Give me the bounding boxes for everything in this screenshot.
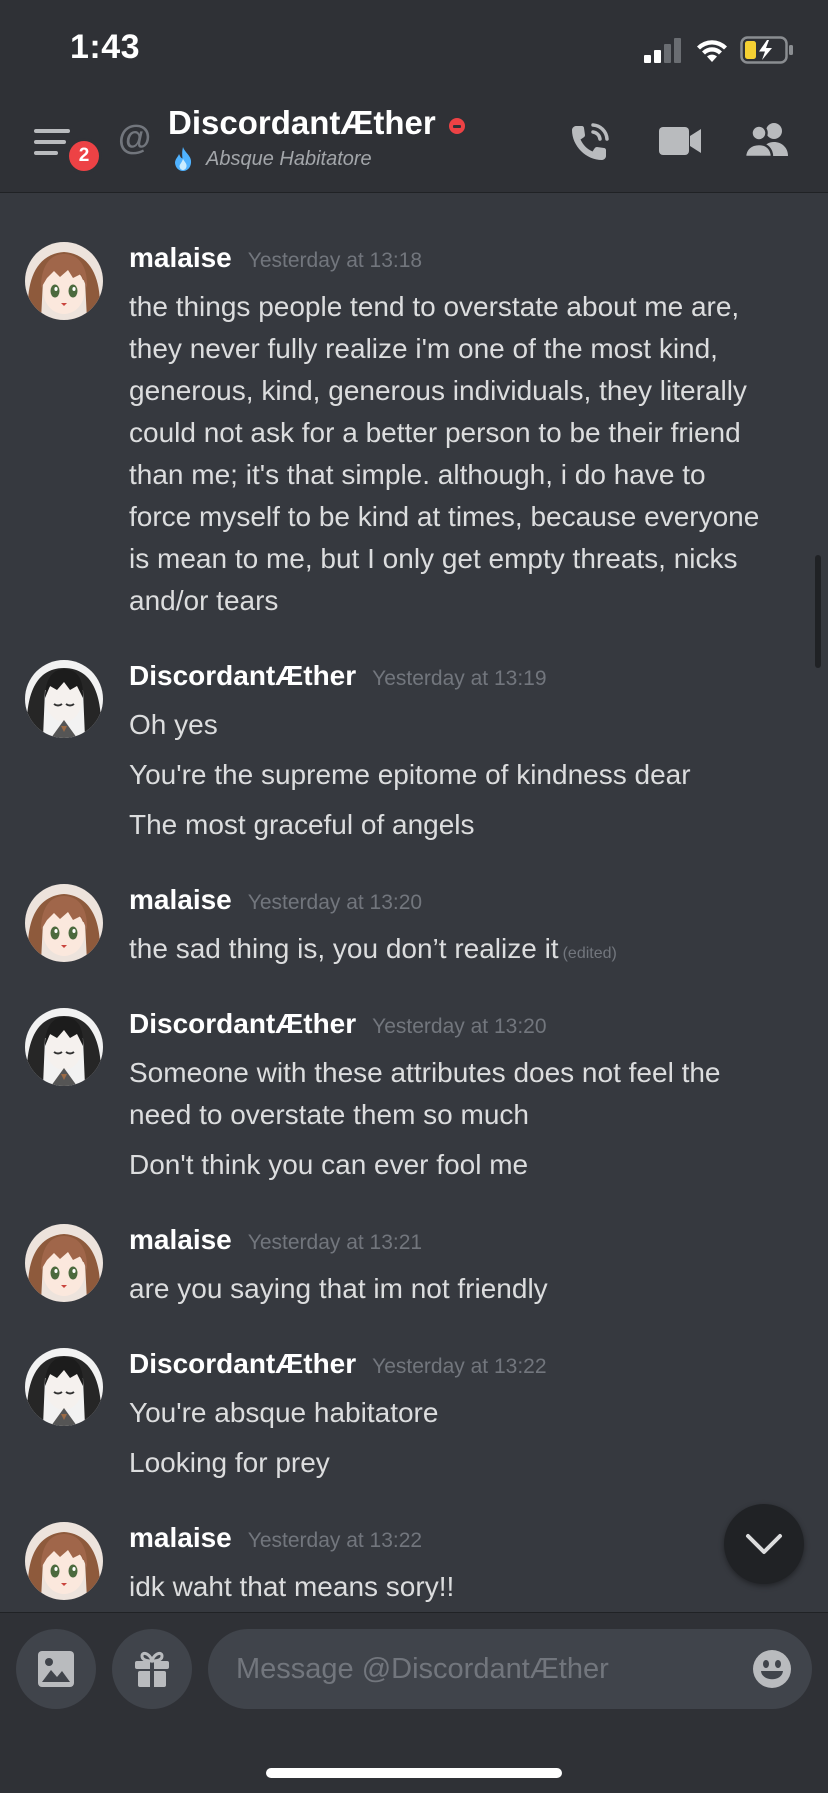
message-text: The most graceful of angels	[129, 809, 475, 840]
dark-haired-anime-girl-avatar-icon	[25, 660, 103, 738]
attach-image-button[interactable]	[16, 1629, 96, 1709]
brown-haired-anime-girl-avatar-icon	[25, 884, 103, 962]
avatar[interactable]	[25, 1522, 103, 1600]
avatar[interactable]	[25, 242, 103, 320]
call-button[interactable]	[568, 120, 612, 169]
message-timestamp: Yesterday at 13:20	[372, 1015, 547, 1038]
brown-haired-anime-girl-avatar-icon	[25, 242, 103, 320]
message-text: idk waht that means sory!!	[129, 1571, 455, 1602]
message-text: and/or tears	[129, 585, 279, 616]
status-icons	[644, 36, 794, 64]
message-text: Don't think you can ever fool me	[129, 1149, 529, 1180]
home-indicator	[266, 1768, 562, 1778]
message-author[interactable]: DiscordantÆther	[129, 660, 356, 692]
message-text-content: the sad thing is, you don’t realize it	[129, 933, 559, 964]
emoji-icon	[753, 1650, 791, 1688]
members-icon	[743, 123, 788, 159]
unread-badge: 2	[66, 138, 102, 174]
avatar[interactable]	[25, 1348, 103, 1426]
call-icon	[572, 123, 609, 160]
message-author[interactable]: malaise	[129, 1522, 232, 1554]
channel-title[interactable]: DiscordantÆther	[168, 104, 436, 142]
custom-status: Absque Habitatore	[172, 146, 372, 172]
message-text: need to overstate them so much	[129, 1099, 529, 1130]
message-composer: Message @DiscordantÆther	[0, 1612, 828, 1793]
message-list[interactable]: malaise Yesterday at 13:18 the things pe…	[0, 192, 828, 1612]
brown-haired-anime-girl-avatar-icon	[25, 1522, 103, 1600]
brown-haired-anime-girl-avatar-icon	[25, 1224, 103, 1302]
message-timestamp: Yesterday at 13:22	[247, 1529, 423, 1552]
gift-icon	[135, 1651, 169, 1687]
message-text: the sad thing is, you don’t realize it (e…	[129, 928, 800, 975]
custom-status-text: Absque Habitatore	[206, 147, 372, 170]
avatar[interactable]	[25, 884, 103, 962]
message-timestamp: Yesterday at 13:18	[247, 249, 423, 272]
avatar[interactable]	[25, 1008, 103, 1086]
message-author[interactable]: malaise	[129, 1224, 232, 1256]
message-text: You're the supreme epitome of kindness d…	[129, 759, 691, 790]
signal-icon	[644, 38, 681, 63]
status-bar: 1:43	[0, 0, 828, 94]
dnd-status-icon	[449, 118, 465, 134]
avatar[interactable]	[25, 1224, 103, 1302]
dm-header: 2 @ DiscordantÆther Absque Habitatore	[0, 94, 828, 193]
message-text: Looking for prey	[129, 1447, 330, 1478]
member-list-button[interactable]	[743, 120, 792, 165]
message-text: than me; it's that simple. although, i d…	[129, 459, 706, 490]
message-text: Oh yes	[129, 709, 218, 740]
flame-emoji-icon	[175, 147, 192, 171]
scrollbar[interactable]	[815, 555, 821, 668]
message-text: is mean to me, but I only get empty thre…	[129, 543, 738, 574]
message-author[interactable]: DiscordantÆther	[129, 1008, 356, 1040]
message-timestamp: Yesterday at 13:22	[372, 1355, 547, 1378]
status-time: 1:43	[70, 28, 141, 66]
gift-button[interactable]	[112, 1629, 192, 1709]
message-text: Someone with these attributes does not f…	[129, 1057, 721, 1088]
message-text: the things people tend to overstate abou…	[129, 291, 740, 322]
message-text: generous, kind, generous individuals, th…	[129, 375, 747, 406]
video-call-button[interactable]	[658, 124, 702, 163]
message-text: You're absque habitatore	[129, 1397, 439, 1428]
wifi-icon	[697, 40, 727, 62]
edited-marker: (edited)	[562, 945, 617, 962]
image-icon	[38, 1651, 74, 1687]
message-author[interactable]: malaise	[129, 242, 232, 274]
message-input[interactable]: Message @DiscordantÆther	[208, 1629, 812, 1709]
video-icon	[659, 127, 701, 155]
dark-haired-anime-girl-avatar-icon	[25, 1348, 103, 1426]
at-icon: @	[118, 119, 152, 157]
chevron-down-icon	[746, 1534, 782, 1554]
message-text: force myself to be kind at times, becaus…	[129, 501, 760, 532]
message-timestamp: Yesterday at 13:21	[247, 1231, 423, 1254]
jump-to-present-button[interactable]	[724, 1504, 804, 1584]
message-author[interactable]: malaise	[129, 884, 232, 916]
message-text: are you saying that im not friendly	[129, 1273, 548, 1304]
message-timestamp: Yesterday at 13:19	[372, 667, 547, 690]
dark-haired-anime-girl-avatar-icon	[25, 1008, 103, 1086]
message-input-placeholder: Message @DiscordantÆther	[236, 1653, 609, 1685]
avatar[interactable]	[25, 660, 103, 738]
emoji-button[interactable]	[752, 1649, 792, 1694]
message-author[interactable]: DiscordantÆther	[129, 1348, 356, 1380]
message-text: could not ask for a better person to be …	[129, 417, 741, 448]
message-text: they never fully realize i'm one of the …	[129, 333, 718, 364]
message-timestamp: Yesterday at 13:20	[247, 891, 423, 914]
battery-icon	[740, 36, 793, 64]
